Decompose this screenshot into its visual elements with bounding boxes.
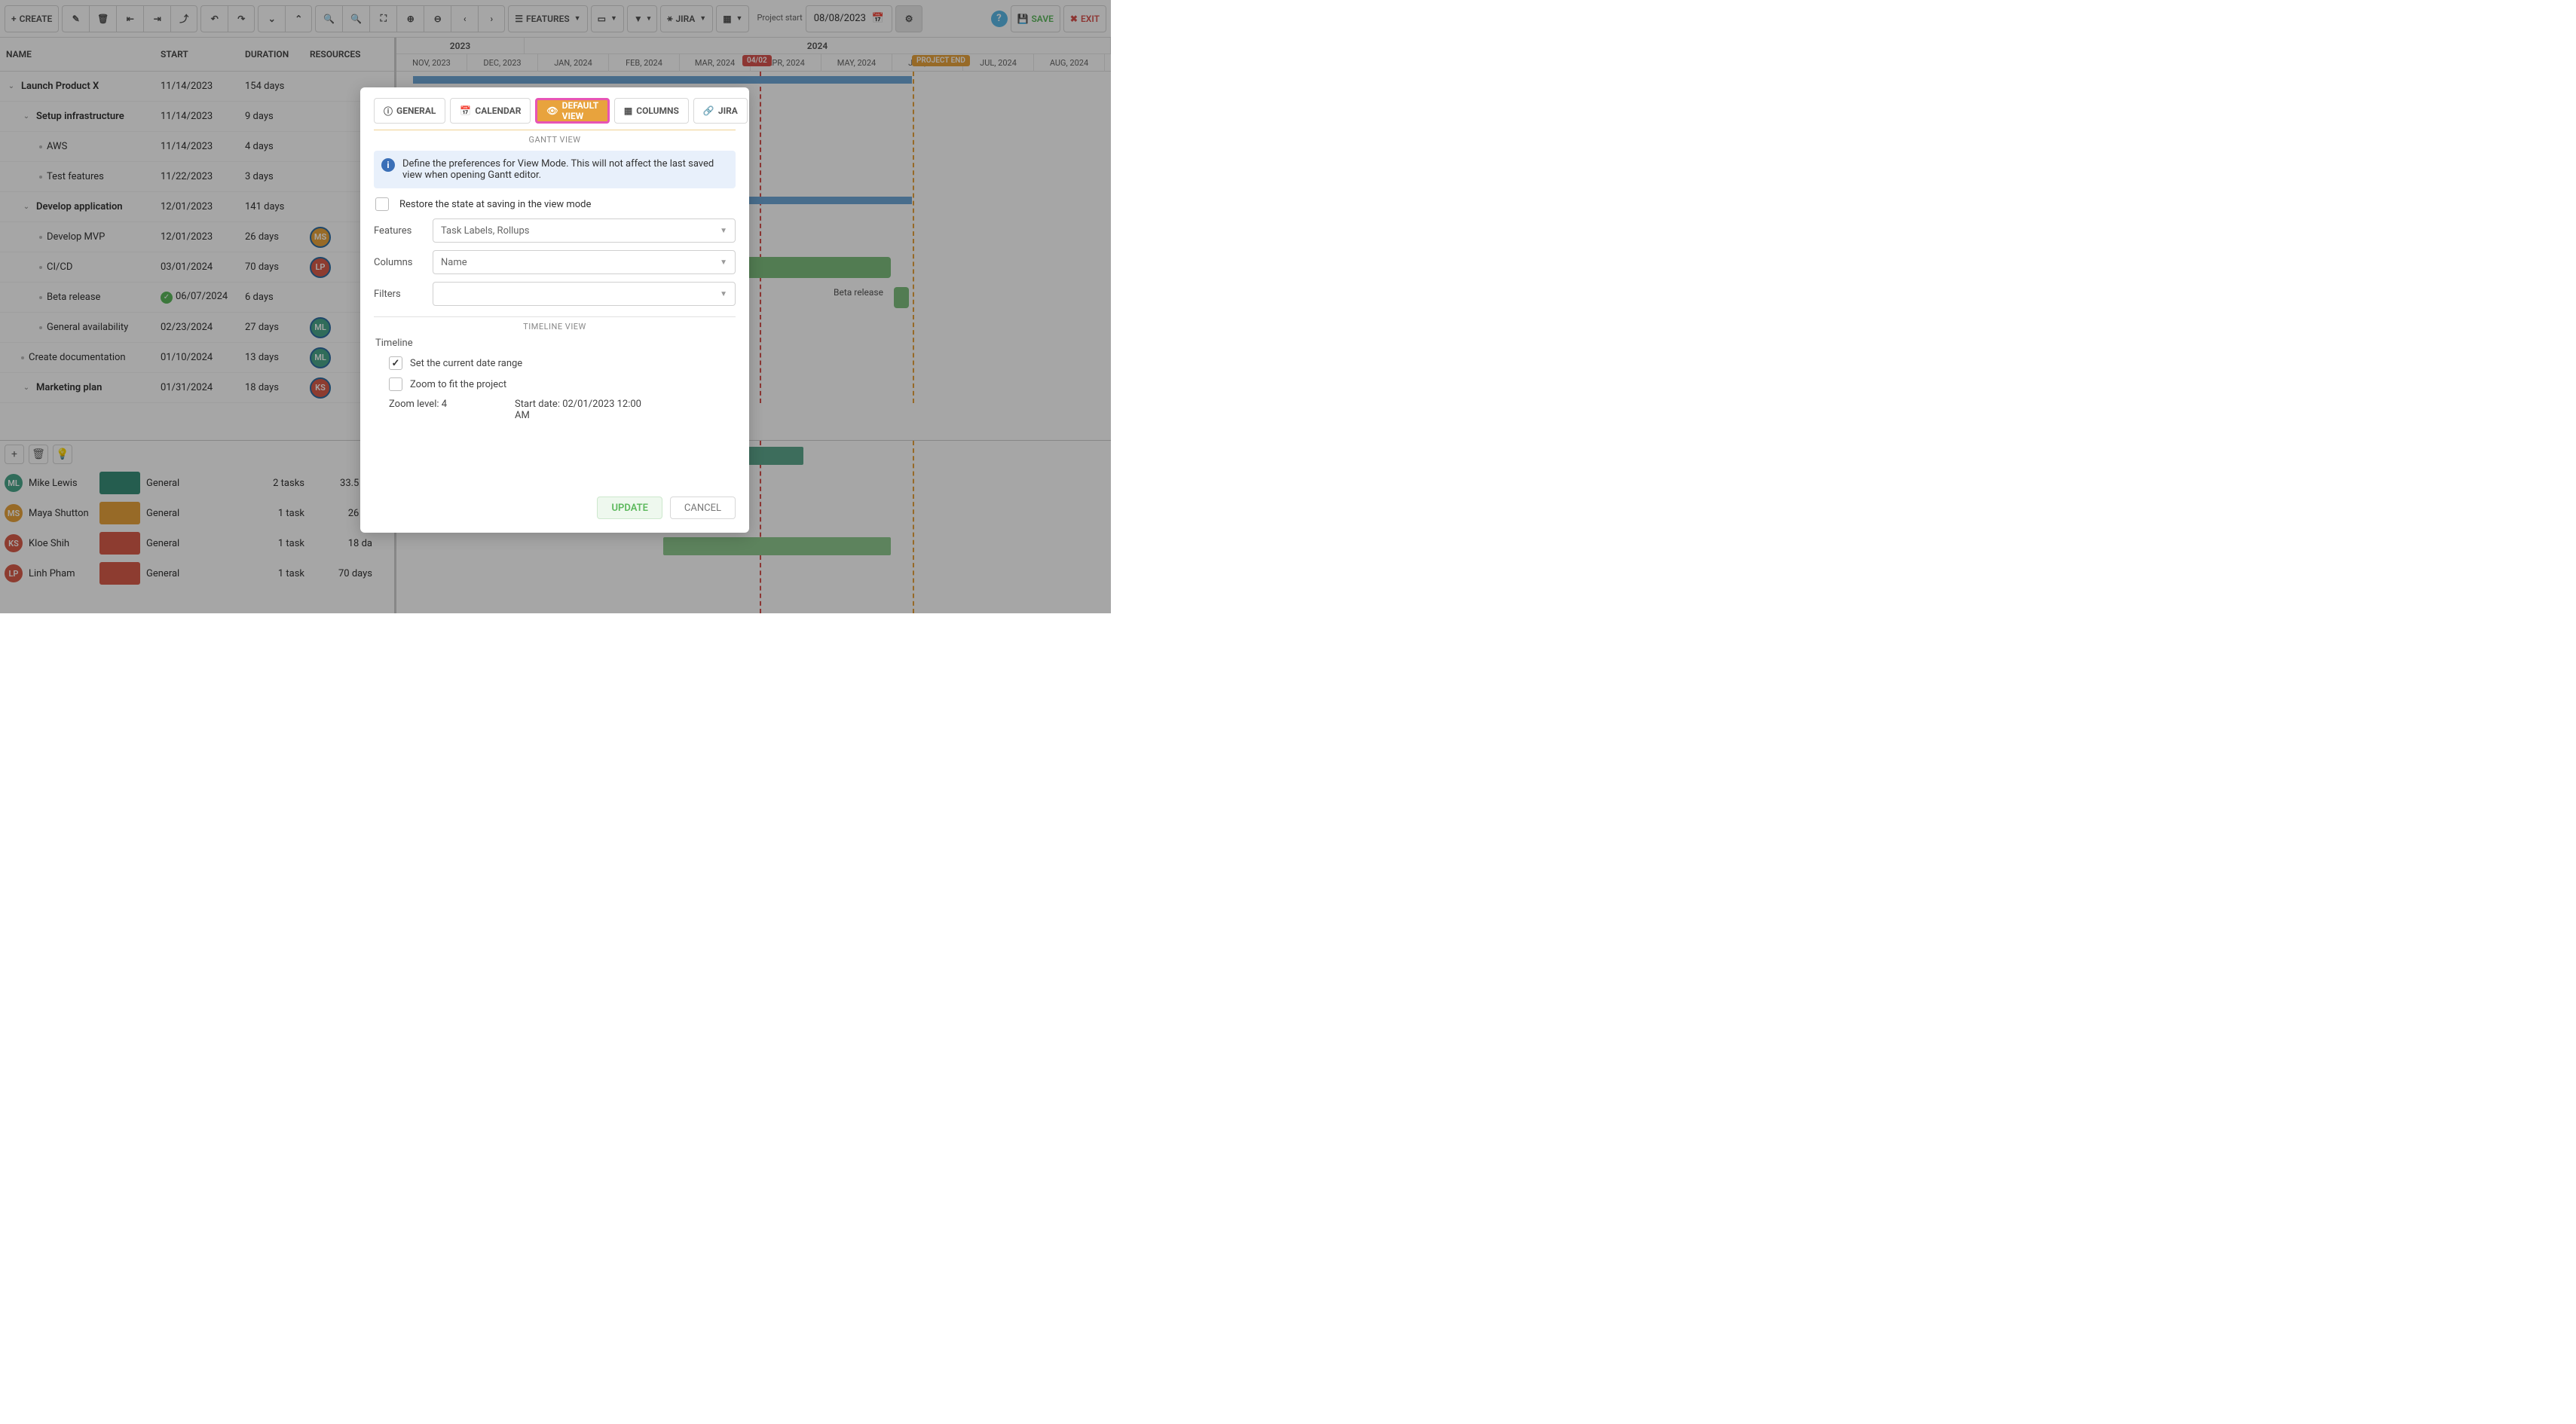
start-date-value: Start date: 02/01/2023 12:00 AM <box>515 399 643 421</box>
columns-select[interactable]: Name ▼ <box>433 250 736 274</box>
calendar-icon: 📅 <box>460 105 471 116</box>
eye-icon: 👁 <box>546 105 558 116</box>
restore-state-label: Restore the state at saving in the view … <box>399 199 591 210</box>
chevron-down-icon: ▼ <box>720 258 727 267</box>
link-icon: 🔗 <box>703 105 714 116</box>
info-icon: i <box>381 158 395 172</box>
timeline-label: Timeline <box>375 338 736 349</box>
set-date-range-checkbox[interactable] <box>389 356 402 370</box>
timeline-view-section-header: TIMELINE VIEW <box>374 316 736 332</box>
info-icon: ⓘ <box>384 105 393 118</box>
tab-jira[interactable]: 🔗 JIRA <box>693 98 748 124</box>
info-message: i Define the preferences for View Mode. … <box>374 151 736 188</box>
zoom-to-fit-checkbox[interactable] <box>389 377 402 391</box>
restore-state-checkbox[interactable] <box>375 197 389 211</box>
chevron-down-icon: ▼ <box>720 227 727 235</box>
tab-calendar[interactable]: 📅 CALENDAR <box>450 98 531 124</box>
features-select[interactable]: Task Labels, Rollups ▼ <box>433 218 736 243</box>
chevron-down-icon: ▼ <box>720 290 727 298</box>
filters-select[interactable]: ▼ <box>433 282 736 306</box>
cancel-button[interactable]: CANCEL <box>670 497 736 519</box>
modal-tabs: ⓘ GENERAL 📅 CALENDAR 👁 DEFAULT VIEW ▦ CO… <box>374 98 736 124</box>
update-button[interactable]: UPDATE <box>597 497 662 519</box>
tab-columns[interactable]: ▦ COLUMNS <box>614 98 689 124</box>
columns-icon: ▦ <box>624 105 632 116</box>
features-label: Features <box>374 225 422 237</box>
tab-general[interactable]: ⓘ GENERAL <box>374 98 445 124</box>
filters-label: Filters <box>374 289 422 300</box>
tab-default-view[interactable]: 👁 DEFAULT VIEW <box>535 98 609 124</box>
zoom-level-value: Zoom level: 4 <box>389 399 447 421</box>
columns-label: Columns <box>374 257 422 268</box>
gantt-view-section-header: GANTT VIEW <box>374 130 736 145</box>
settings-modal: ⓘ GENERAL 📅 CALENDAR 👁 DEFAULT VIEW ▦ CO… <box>360 87 749 533</box>
